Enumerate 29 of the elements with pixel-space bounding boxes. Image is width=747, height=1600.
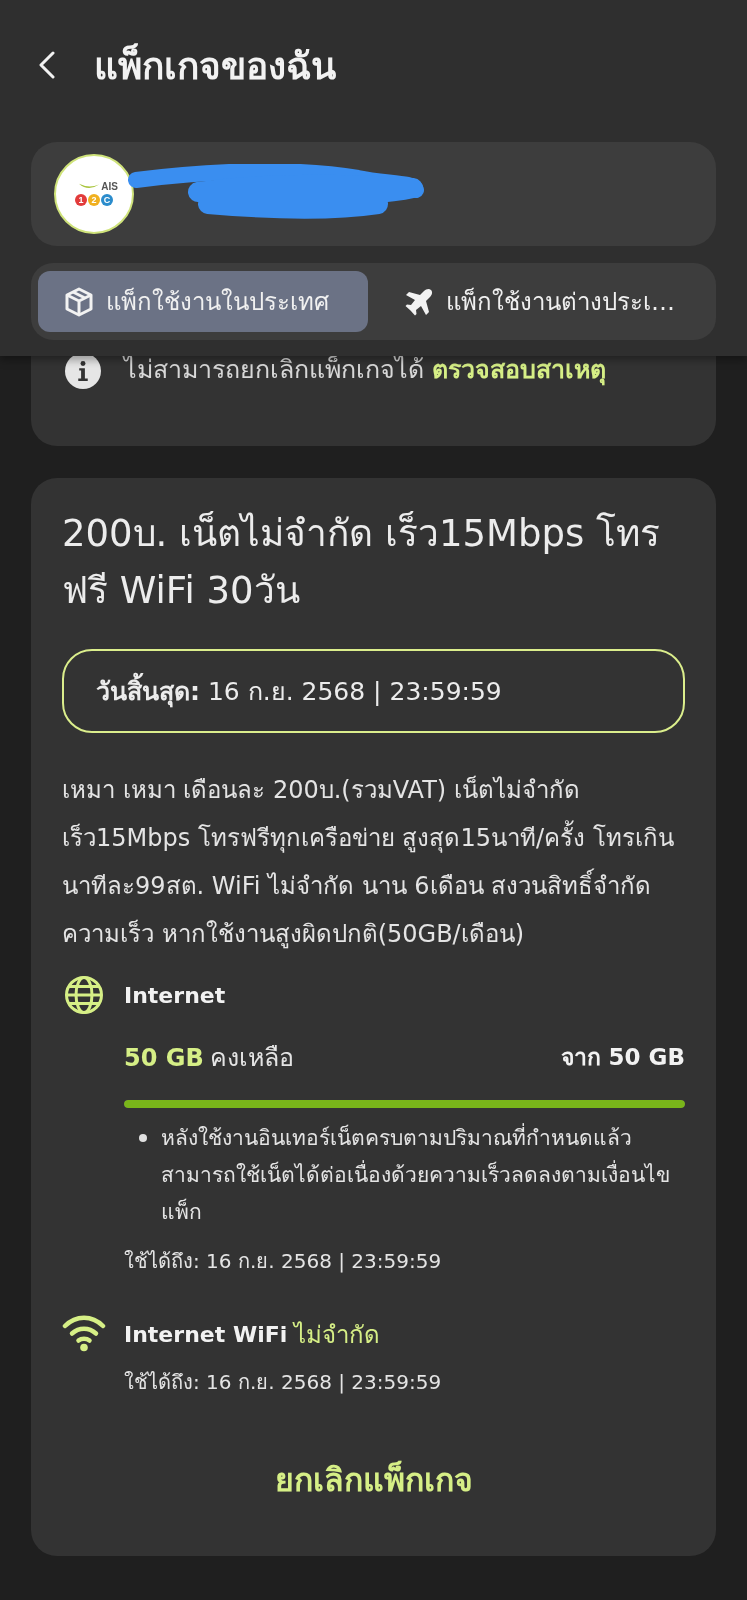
- quota-amount: ไม่จำกัด: [294, 1319, 381, 1351]
- quota-name: Internet WiFi: [124, 1321, 288, 1347]
- page-title: แพ็กเกจของฉัน: [94, 42, 336, 90]
- cancel-package-button[interactable]: ยกเลิกแพ็กเกจ: [244, 1444, 503, 1514]
- valid-until-text: ใช้ได้ถึง: 16 ก.ย. 2568 | 23:59:59: [124, 1369, 443, 1396]
- tab[interactable]: แพ็กใช้งานในประเทศ: [38, 271, 368, 332]
- bullet-icon: [139, 1134, 147, 1142]
- airplane-icon: [404, 286, 434, 317]
- remaining-label: คงเหลือ: [209, 1042, 294, 1074]
- back-icon[interactable]: [38, 51, 56, 79]
- total-amount: จาก 50 GB: [560, 1043, 685, 1072]
- logo-text: AIS: [101, 182, 118, 192]
- remaining-amount: 50 GB: [124, 1044, 204, 1072]
- end-date-text: วันสิ้นสุด: 16 ก.ย. 2568 | 23:59:59: [96, 671, 502, 711]
- tab[interactable]: แพ็กใช้งานต่างประเ…: [378, 271, 685, 332]
- account-card[interactable]: AIS 1 2 C: [31, 142, 716, 246]
- notice-text: ไม่สามารถยกเลิกแพ็กเกจได้ ตรวจสอบสาเหตุ: [124, 354, 606, 388]
- package-description: เหมา เหมา เดือนละ 200บ.(รวมVAT) เน็ตไม่จำกัด เร็ว15Mbps โทรฟรีทุกเครือข่าย สูงสุด15นาที/ครั้ง โทรเกินนาทีละ99สต. WiFi ไม่จำกัด นาน 6เดือน สงวนสิทธิ์จำกัดความเร็ว หากใช้งานสูงผิดปกติ(50GB/เดือน): [62, 774, 675, 951]
- logo-badge: 2: [88, 194, 100, 206]
- logo-badge: C: [101, 194, 113, 206]
- check-reason-link[interactable]: ตรวจสอบสาเหตุ: [431, 355, 606, 384]
- logo-badge: 1: [75, 194, 87, 206]
- globe-icon: [64, 975, 104, 1015]
- valid-until-text: ใช้ได้ถึง: 16 ก.ย. 2568 | 23:59:59: [124, 1248, 443, 1275]
- wifi-icon: [62, 1314, 106, 1352]
- quota-name: Internet: [124, 982, 226, 1008]
- quota-note: หลังใช้งานอินเทอร์เน็ตครบตามปริมาณที่กำหนดแล้ว สามารถใช้เน็ตได้ต่อเนื่องด้วยความเร็วลดลงตามเงื่อนไขแพ็ก: [161, 1120, 685, 1231]
- package-title: 200บ. เน็ตไม่จำกัด เร็ว15Mbps โทรฟรี WiFi 30วัน: [62, 510, 661, 614]
- box-icon: [64, 286, 94, 317]
